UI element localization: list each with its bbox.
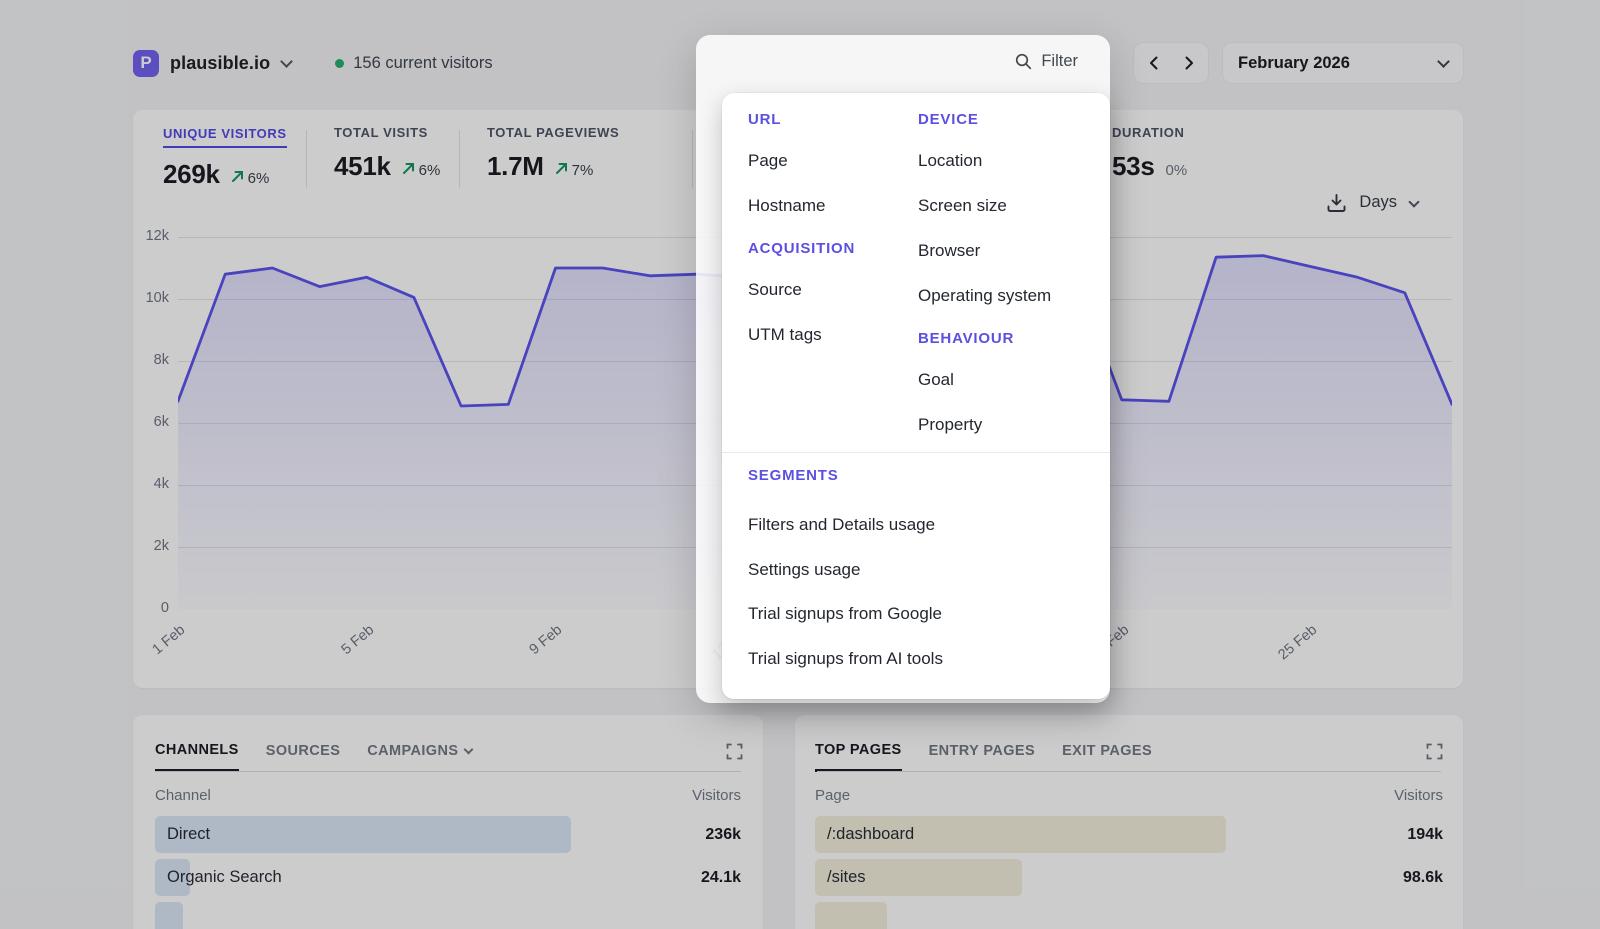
- filter-menu-item-operating-system[interactable]: Operating system: [918, 284, 1098, 329]
- filter-section-title-behaviour: BEHAVIOUR: [918, 329, 1098, 368]
- search-icon: [1015, 53, 1032, 70]
- filter-dropdown-menu: URLPageHostnameACQUISITIONSourceUTM tags…: [722, 93, 1110, 699]
- filter-section-title-device: DEVICE: [918, 110, 1098, 149]
- filter-menu-item-page[interactable]: Page: [748, 149, 908, 194]
- segment-item-filters-and-details-usage[interactable]: Filters and Details usage: [748, 513, 1090, 558]
- menu-divider: [722, 452, 1110, 453]
- filter-menu-item-goal[interactable]: Goal: [918, 368, 1098, 413]
- filter-section-title-segments: SEGMENTS: [748, 466, 1090, 513]
- segments-section: SEGMENTSFilters and Details usageSetting…: [748, 466, 1090, 691]
- segment-item-trial-signups-from-google[interactable]: Trial signups from Google: [748, 602, 1090, 647]
- filter-menu-column: URLPageHostnameACQUISITIONSourceUTM tags: [748, 110, 908, 368]
- filter-section-title-url: URL: [748, 110, 908, 149]
- filter-menu-column: DEVICELocationScreen sizeBrowserOperatin…: [918, 110, 1098, 458]
- filter-section-title-acquisition: ACQUISITION: [748, 239, 908, 278]
- filter-menu-item-utm-tags[interactable]: UTM tags: [748, 323, 908, 368]
- filter-menu-item-browser[interactable]: Browser: [918, 239, 1098, 284]
- filter-menu-item-hostname[interactable]: Hostname: [748, 194, 908, 239]
- segment-item-settings-usage[interactable]: Settings usage: [748, 558, 1090, 603]
- filter-menu-item-screen-size[interactable]: Screen size: [918, 194, 1098, 239]
- filter-button-label: Filter: [1041, 52, 1078, 71]
- filter-button[interactable]: Filter: [1015, 52, 1078, 71]
- segment-item-trial-signups-from-ai-tools[interactable]: Trial signups from AI tools: [748, 647, 1090, 692]
- filter-menu-item-location[interactable]: Location: [918, 149, 1098, 194]
- filter-menu-item-source[interactable]: Source: [748, 278, 908, 323]
